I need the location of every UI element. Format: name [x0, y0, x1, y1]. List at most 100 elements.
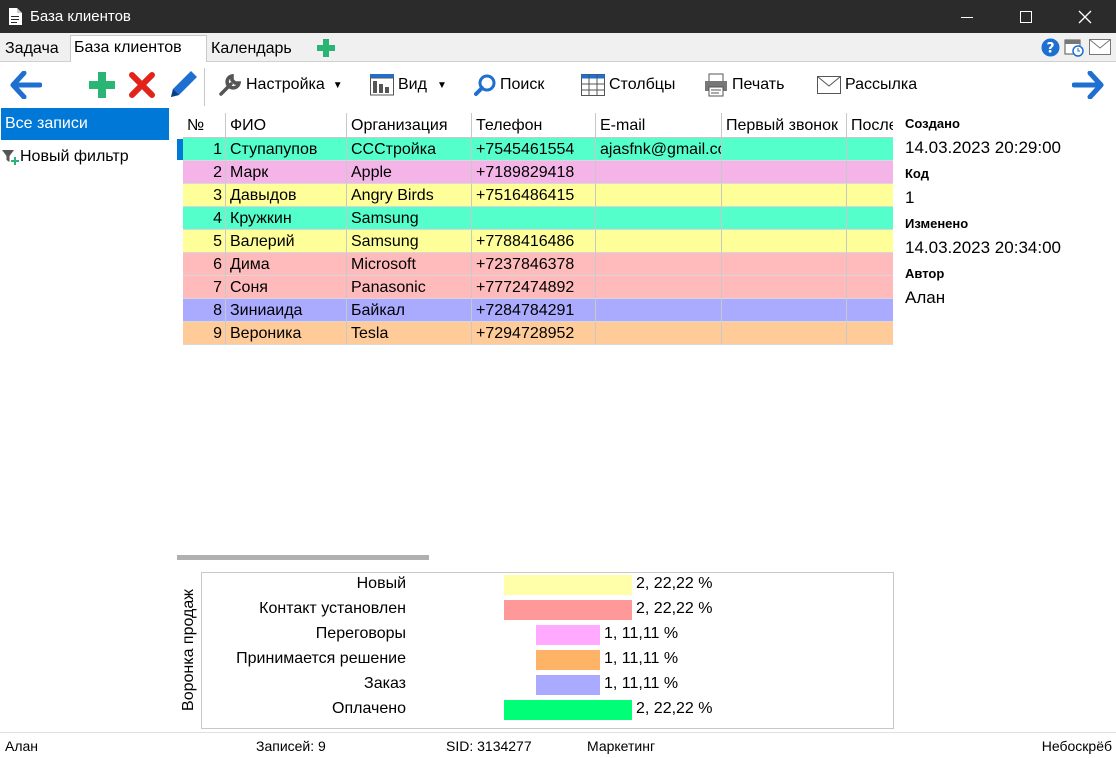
table-cell-name[interactable]: Соня [226, 276, 347, 299]
forward-button[interactable] [1072, 62, 1104, 108]
tab-task[interactable]: Задача [2, 37, 62, 61]
table-cell-email[interactable] [596, 161, 722, 184]
table-cell-first-call[interactable] [722, 138, 847, 161]
table-cell-num[interactable]: 7 [183, 276, 226, 299]
table-row[interactable]: 7 Соня Panasonic +7772474892 [183, 276, 893, 299]
columns-button[interactable]: Столбцы [581, 62, 675, 108]
table-cell-name[interactable]: Кружкин [226, 207, 347, 230]
table-cell-org[interactable]: Tesla [347, 322, 472, 345]
table-cell-phone[interactable]: +7772474892 [472, 276, 596, 299]
table-cell-num[interactable]: 4 [183, 207, 226, 230]
table-cell-last[interactable] [847, 184, 893, 207]
table-row[interactable]: 2 Марк Apple +7189829418 [183, 161, 893, 184]
table-cell-name[interactable]: Давыдов [226, 184, 347, 207]
table-cell-num[interactable]: 9 [183, 322, 226, 345]
table-cell-name[interactable]: Вероника [226, 322, 347, 345]
table-row[interactable]: 8 Зиниаида Байкал +7284784291 [183, 299, 893, 322]
settings-button[interactable]: Настройка ▼ [218, 62, 343, 108]
table-cell-org[interactable]: Panasonic [347, 276, 472, 299]
calendar-clock-button[interactable] [1064, 37, 1084, 62]
maximize-button[interactable] [1003, 0, 1049, 33]
search-button[interactable]: Поиск [474, 62, 544, 108]
table-cell-num[interactable]: 2 [183, 161, 226, 184]
table-cell-org[interactable]: Angry Birds [347, 184, 472, 207]
table-cell-last[interactable] [847, 299, 893, 322]
help-button[interactable]: ? [1041, 38, 1060, 62]
table-cell-last[interactable] [847, 230, 893, 253]
table-cell-last[interactable] [847, 253, 893, 276]
table-cell-name[interactable]: Марк [226, 161, 347, 184]
table-cell-email[interactable] [596, 230, 722, 253]
table-cell-email[interactable] [596, 184, 722, 207]
table-cell-last[interactable] [847, 207, 893, 230]
table-cell-last[interactable] [847, 322, 893, 345]
table-cell-phone[interactable]: +7516486415 [472, 184, 596, 207]
table-cell-org[interactable]: Байкал [347, 299, 472, 322]
column-header[interactable]: Последний [847, 113, 893, 138]
delete-record-button[interactable] [129, 62, 155, 108]
close-button[interactable] [1062, 0, 1108, 33]
table-row[interactable]: 4 Кружкин Samsung [183, 207, 893, 230]
column-header[interactable]: Телефон [472, 113, 596, 138]
table-row[interactable]: 6 Дима Microsoft +7237846378 [183, 253, 893, 276]
tab-calendar[interactable]: Календарь [208, 37, 295, 61]
table-cell-first-call[interactable] [722, 253, 847, 276]
table-row[interactable]: 1 Ступапупов СССтройка +7545461554 ajasfnk@g… [183, 138, 893, 161]
table-cell-first-call[interactable] [722, 184, 847, 207]
back-button[interactable] [10, 62, 42, 108]
table-cell-org[interactable]: Microsoft [347, 253, 472, 276]
table-cell-name[interactable]: Дима [226, 253, 347, 276]
table-cell-num[interactable]: 3 [183, 184, 226, 207]
table-cell-org[interactable]: СССтройка [347, 138, 472, 161]
mail-button[interactable] [1089, 39, 1111, 60]
table-cell-email[interactable] [596, 276, 722, 299]
table-cell-phone[interactable]: +7237846378 [472, 253, 596, 276]
table-cell-email[interactable] [596, 253, 722, 276]
column-header[interactable]: ФИО [226, 113, 347, 138]
table-row[interactable]: 3 Давыдов Angry Birds +7516486415 [183, 184, 893, 207]
table-cell-phone[interactable]: +7189829418 [472, 161, 596, 184]
table-cell-phone[interactable]: +7284784291 [472, 299, 596, 322]
table-cell-name[interactable]: Ступапупов [226, 138, 347, 161]
column-header[interactable]: Первый звонок [722, 113, 847, 138]
table-cell-first-call[interactable] [722, 299, 847, 322]
table-cell-org[interactable]: Apple [347, 161, 472, 184]
column-header[interactable]: № [183, 113, 226, 138]
minimize-button[interactable] [944, 0, 990, 33]
table-row[interactable]: 9 Вероника Tesla +7294728952 [183, 322, 893, 345]
table-cell-org[interactable]: Samsung [347, 207, 472, 230]
table-cell-org[interactable]: Samsung [347, 230, 472, 253]
table-cell-last[interactable] [847, 138, 893, 161]
table-cell-phone[interactable] [472, 207, 596, 230]
table-cell-name[interactable]: Зиниаида [226, 299, 347, 322]
table-cell-first-call[interactable] [722, 322, 847, 345]
table-cell-email[interactable] [596, 207, 722, 230]
table-cell-num[interactable]: 1 [183, 138, 226, 161]
table-cell-last[interactable] [847, 161, 893, 184]
table-cell-num[interactable]: 8 [183, 299, 226, 322]
tab-clients[interactable]: База клиентов [70, 35, 207, 62]
column-header[interactable]: Организация [347, 113, 472, 138]
print-button[interactable]: Печать [704, 62, 784, 108]
view-button[interactable]: Вид ▼ [370, 62, 447, 108]
mailing-button[interactable]: Рассылка [817, 62, 917, 108]
edit-record-button[interactable] [167, 62, 199, 108]
table-cell-last[interactable] [847, 276, 893, 299]
table-cell-first-call[interactable] [722, 161, 847, 184]
table-cell-num[interactable]: 6 [183, 253, 226, 276]
table-cell-phone[interactable]: +7788416486 [472, 230, 596, 253]
table-cell-name[interactable]: Валерий [226, 230, 347, 253]
dropdown-arrow-icon[interactable]: ▼ [333, 80, 343, 91]
add-record-button[interactable] [88, 62, 116, 108]
column-header[interactable]: E-mail [596, 113, 722, 138]
sidebar-item-all-records[interactable]: Все записи [1, 108, 169, 140]
table-cell-first-call[interactable] [722, 207, 847, 230]
table-cell-num[interactable]: 5 [183, 230, 226, 253]
table-cell-email[interactable]: ajasfnk@gmail.com [596, 138, 722, 161]
table-row[interactable]: 5 Валерий Samsung +7788416486 [183, 230, 893, 253]
table-cell-first-call[interactable] [722, 230, 847, 253]
add-tab-button[interactable] [316, 38, 336, 63]
dropdown-arrow-icon[interactable]: ▼ [437, 80, 447, 91]
table-cell-email[interactable] [596, 322, 722, 345]
panel-splitter[interactable] [177, 555, 429, 560]
